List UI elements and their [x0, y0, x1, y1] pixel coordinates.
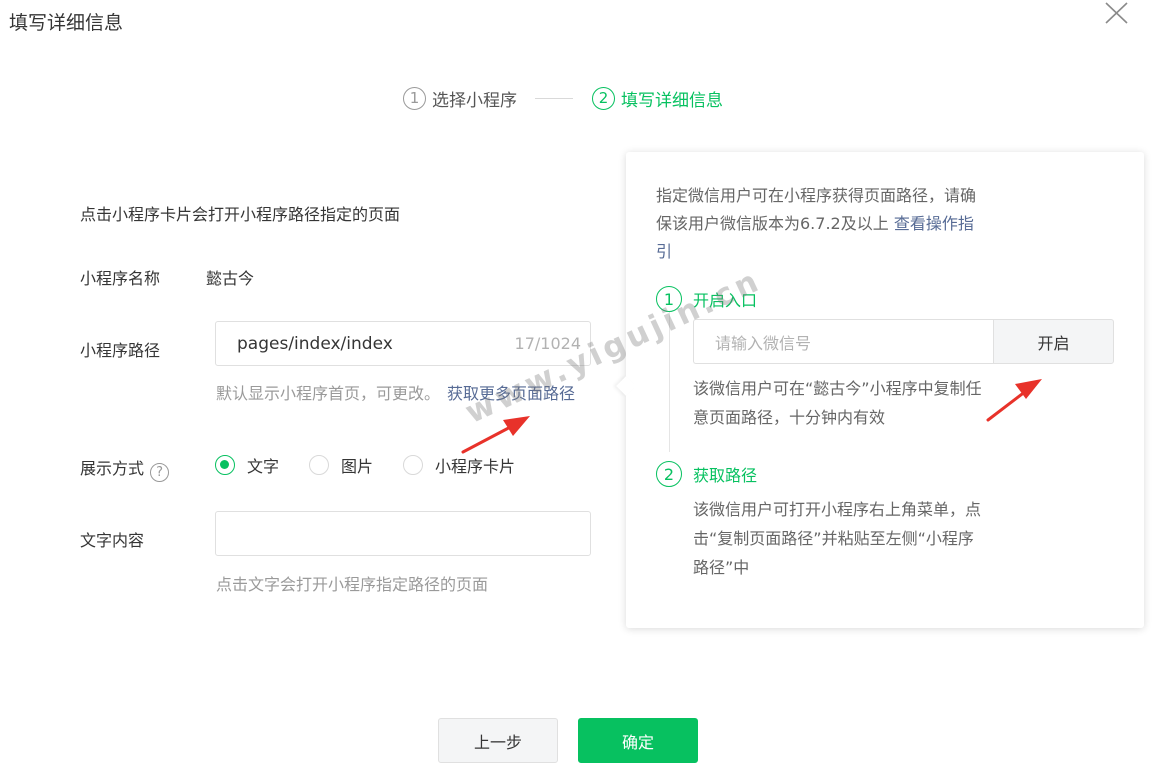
text-content-input[interactable] — [215, 511, 591, 556]
step-number: 1 — [403, 86, 426, 110]
radio-checked-icon — [215, 455, 235, 475]
confirm-button[interactable]: 确定 — [578, 718, 698, 763]
display-mode-label-text: 展示方式 — [80, 459, 145, 478]
step2-note: 该微信用户可打开小程序右上角菜单，点击“复制页面路径”并粘贴至左侧“小程序路径”… — [693, 500, 982, 577]
step-title: 获取路径 — [693, 466, 758, 485]
popover-intro: 指定微信用户可在小程序获得页面路径，请确保该用户微信版本为6.7.2及以上 查看… — [656, 182, 986, 266]
radio-unchecked-icon — [403, 455, 424, 475]
display-mode-radios: 文字 图片 小程序卡片 — [215, 453, 545, 477]
path-hint-text: 默认显示小程序首页，可更改。 — [216, 384, 441, 403]
display-mode-label: 展示方式? — [80, 455, 170, 482]
step-select-miniprogram: 1 选择小程序 — [403, 86, 517, 111]
step-number: 2 — [592, 86, 615, 110]
step-divider — [535, 97, 573, 99]
radio-label: 小程序卡片 — [435, 457, 516, 476]
path-input-value: pages/index/index — [237, 333, 393, 354]
form-description: 点击小程序卡片会打开小程序路径指定的页面 — [80, 205, 401, 224]
help-icon[interactable]: ? — [150, 463, 170, 482]
radio-label: 文字 — [247, 457, 280, 476]
close-icon — [1105, 2, 1128, 24]
radio-label: 图片 — [341, 457, 374, 476]
radio-unchecked-icon — [309, 455, 330, 475]
miniprogram-name-label: 小程序名称 — [80, 269, 161, 288]
popover-arrow — [616, 376, 636, 396]
close-button[interactable] — [1100, 0, 1132, 28]
step-fill-details: 2 填写详细信息 — [592, 86, 723, 111]
step-indicator: 1 选择小程序 2 填写详细信息 — [403, 84, 723, 112]
miniprogram-name-value: 懿古今 — [206, 269, 255, 288]
radio-miniprogram-card[interactable]: 小程序卡片 — [403, 453, 515, 477]
enable-button[interactable]: 开启 — [993, 319, 1114, 364]
step-number: 2 — [656, 461, 682, 487]
radio-image[interactable]: 图片 — [309, 453, 373, 477]
wechat-id-input[interactable]: 请输入微信号 — [693, 319, 994, 364]
radio-text[interactable]: 文字 — [215, 453, 279, 477]
get-path-popover: 指定微信用户可在小程序获得页面路径，请确保该用户微信版本为6.7.2及以上 查看… — [616, 152, 1144, 628]
step1-note: 该微信用户可在“懿古今”小程序中复制任意页面路径，十分钟内有效 — [693, 379, 982, 427]
popover-step-get-path: 2 获取路径 — [656, 461, 757, 487]
miniprogram-path-label: 小程序路径 — [80, 341, 161, 360]
miniprogram-path-input[interactable]: pages/index/index 17/1024 — [215, 321, 591, 366]
text-content-label: 文字内容 — [80, 531, 145, 550]
step-label: 选择小程序 — [432, 90, 517, 111]
prev-step-button[interactable]: 上一步 — [438, 718, 558, 763]
dialog-title: 填写详细信息 — [9, 12, 124, 34]
text-content-hint: 点击文字会打开小程序指定路径的页面 — [216, 575, 489, 594]
step-label: 填写详细信息 — [621, 90, 723, 111]
